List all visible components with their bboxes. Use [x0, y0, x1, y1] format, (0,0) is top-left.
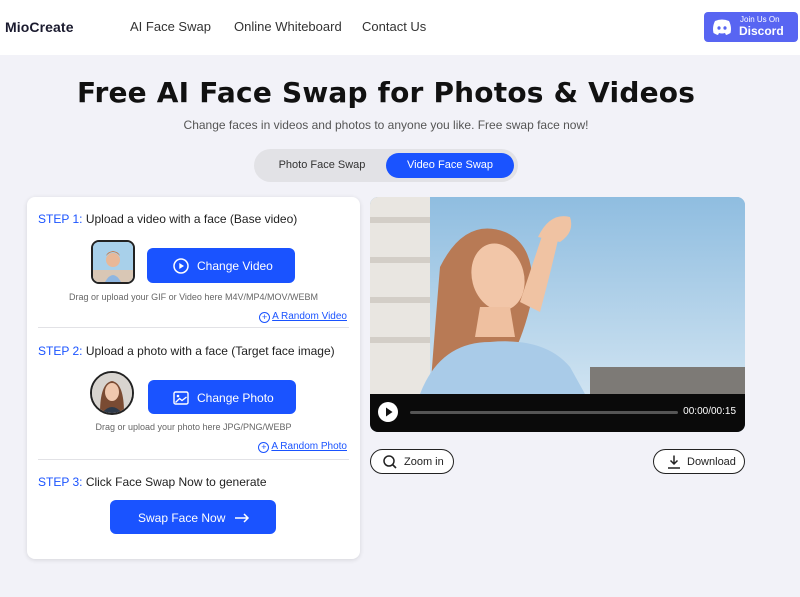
change-photo-label: Change Photo [197, 391, 274, 405]
step3-title: STEP 3: Click Face Swap Now to generate [38, 475, 267, 489]
random-video-link[interactable]: + A Random Video [259, 311, 347, 323]
download-label: Download [687, 456, 736, 468]
random-photo-label: A Random Photo [271, 441, 347, 452]
magnifier-icon [383, 455, 397, 469]
play-icon [386, 407, 393, 417]
swap-face-now-label: Swap Face Now [138, 511, 226, 525]
step-divider [38, 327, 349, 328]
base-video-thumbnail[interactable] [91, 240, 135, 284]
nav-ai-face-swap[interactable]: AI Face Swap [130, 19, 211, 34]
discord-icon [713, 19, 731, 35]
video-progress-bar[interactable] [410, 411, 678, 414]
step2-label: STEP 2: [38, 344, 83, 358]
steps-panel: STEP 1: Upload a video with a face (Base… [27, 197, 360, 559]
arrow-right-icon [235, 513, 250, 523]
site-logo[interactable]: MioCreate [5, 19, 74, 35]
step1-title: STEP 1: Upload a video with a face (Base… [38, 212, 297, 226]
step2-text: Upload a photo with a face (Target face … [85, 344, 335, 358]
change-video-label: Change Video [197, 259, 273, 273]
discord-small-label: Join Us On [740, 15, 780, 24]
image-icon [173, 391, 189, 405]
plus-circle-icon: + [258, 442, 270, 453]
discord-join-button[interactable]: Join Us On Discord [704, 12, 798, 42]
swap-face-now-button[interactable]: Swap Face Now [110, 500, 276, 534]
step-divider [38, 459, 349, 460]
tab-video-face-swap[interactable]: Video Face Swap [386, 153, 514, 178]
photo-upload-hint: Drag or upload your photo here JPG/PNG/W… [95, 422, 292, 432]
step2-title: STEP 2: Upload a photo with a face (Targ… [38, 344, 335, 358]
mode-tabs: Photo Face Swap Video Face Swap [254, 149, 518, 182]
download-icon [668, 455, 680, 469]
top-header: MioCreate AI Face Swap Online Whiteboard… [0, 0, 800, 55]
random-video-label: A Random Video [272, 311, 347, 322]
change-video-button[interactable]: Change Video [147, 248, 295, 283]
step3-label: STEP 3: [38, 475, 83, 489]
target-face-thumbnail-image [92, 373, 132, 413]
video-preview[interactable]: 00:00/00:15 [370, 197, 745, 432]
video-upload-hint: Drag or upload your GIF or Video here M4… [69, 292, 318, 302]
discord-big-label: Discord [739, 24, 784, 38]
play-circle-icon [173, 258, 189, 274]
download-button[interactable]: Download [653, 449, 745, 474]
step1-text: Upload a video with a face (Base video) [85, 212, 298, 226]
change-photo-button[interactable]: Change Photo [148, 380, 296, 414]
zoom-in-label: Zoom in [404, 456, 444, 468]
step1-label: STEP 1: [38, 212, 83, 226]
page-title: Free AI Face Swap for Photos & Videos [76, 76, 696, 109]
random-photo-link[interactable]: + A Random Photo [258, 441, 347, 453]
play-button[interactable] [378, 402, 398, 422]
plus-circle-icon: + [259, 312, 271, 323]
step3-text: Click Face Swap Now to generate [85, 475, 267, 489]
tab-photo-face-swap[interactable]: Photo Face Swap [258, 153, 386, 178]
base-video-thumbnail-image [93, 242, 133, 282]
target-face-thumbnail[interactable] [90, 371, 134, 415]
nav-online-whiteboard[interactable]: Online Whiteboard [234, 19, 342, 34]
page-subtitle: Change faces in videos and photos to any… [183, 118, 589, 132]
video-controls: 00:00/00:15 [370, 394, 745, 432]
zoom-in-button[interactable]: Zoom in [370, 449, 454, 474]
video-frame [370, 197, 745, 394]
nav-contact-us[interactable]: Contact Us [362, 19, 426, 34]
video-time: 00:00/00:15 [683, 406, 736, 417]
